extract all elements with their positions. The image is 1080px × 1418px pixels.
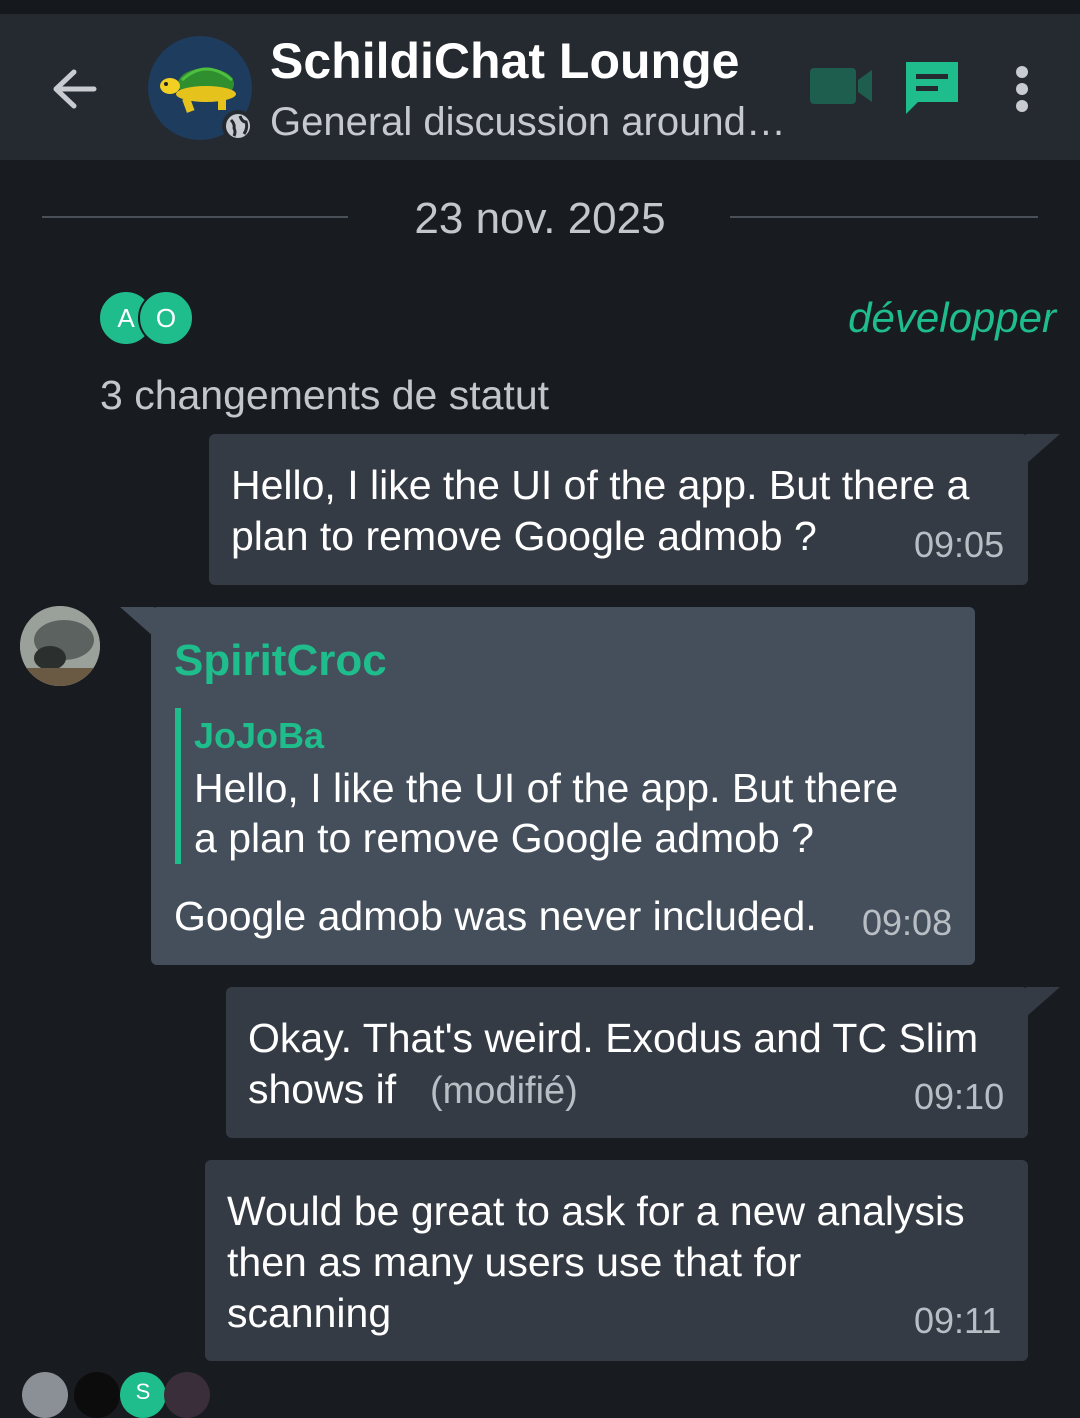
reply-quote-line: Hello, I like the UI of the app. But the… [194, 765, 899, 811]
status-bar [0, 0, 1080, 14]
message-timestamp: 09:11 [914, 1300, 1002, 1341]
bubble-tail [1026, 434, 1060, 464]
message-timestamp: 09:10 [914, 1076, 1005, 1117]
reply-quote-bar [175, 708, 181, 864]
message-timestamp: 09:05 [914, 524, 1005, 565]
reply-quote-line: a plan to remove Google admob ? [194, 815, 814, 861]
member-chip-o[interactable]: O [138, 290, 194, 346]
public-room-globe-icon [222, 110, 254, 142]
message-text-line: scanning [227, 1290, 392, 1336]
message-text-line: then as many users use that for [227, 1239, 802, 1285]
reply-quote-text[interactable]: Hello, I like the UI of the app. But the… [194, 763, 954, 863]
message-text-line: plan to remove Google admob ? [231, 513, 817, 559]
more-options-icon[interactable] [1000, 60, 1044, 120]
back-arrow-icon[interactable] [46, 64, 102, 114]
divider-right [730, 216, 1038, 218]
read-receipt-avatar[interactable] [164, 1372, 210, 1418]
threads-icon[interactable] [900, 56, 964, 120]
role-label: développer [848, 294, 1056, 341]
message-text-line: Would be great to ask for a new analysis [227, 1188, 965, 1234]
user-avatar-spiritcroc[interactable] [20, 606, 100, 686]
bubble-tail [1026, 987, 1060, 1017]
message-text-line: Okay. That's weird. Exodus and TC Slim [248, 1015, 979, 1061]
date-separator: 23 nov. 2025 [0, 190, 1080, 250]
room-title[interactable]: SchildiChat Lounge [270, 32, 739, 90]
message-text-line: Hello, I like the UI of the app. But the… [231, 462, 970, 508]
read-receipt-avatar[interactable] [22, 1372, 68, 1418]
message-text: Google admob was never included. [174, 893, 817, 939]
video-call-icon[interactable] [808, 62, 874, 110]
read-receipt-avatar[interactable] [74, 1372, 120, 1418]
reply-author[interactable]: JoJoBa [194, 715, 324, 757]
read-receipt-avatar[interactable]: S [120, 1372, 166, 1418]
edited-indicator[interactable]: (modifié) [430, 1066, 578, 1117]
status-changes-summary[interactable]: 3 changements de statut [100, 372, 549, 419]
message-timestamp: 09:08 [862, 902, 953, 943]
message-text-line: shows if [248, 1066, 397, 1112]
room-topic[interactable]: General discussion around… [270, 100, 790, 145]
date-label: 23 nov. 2025 [414, 194, 666, 243]
bubble-tail [120, 607, 154, 637]
sender-name[interactable]: SpiritCroc [174, 636, 387, 686]
